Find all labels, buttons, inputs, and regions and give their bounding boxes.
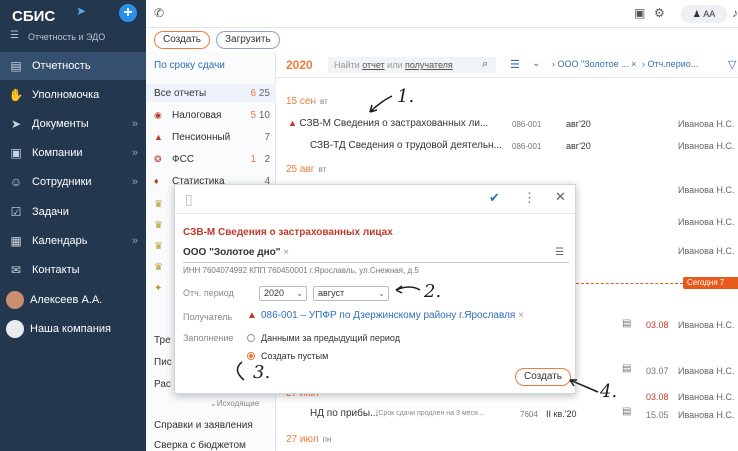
annotation-step-3: 3. bbox=[253, 362, 271, 383]
arrow-4 bbox=[569, 379, 599, 393]
annotation-step-1: 1. bbox=[397, 86, 415, 107]
annotation-step-2: 2. bbox=[424, 281, 442, 302]
annotation-step-4: 4. bbox=[600, 381, 618, 402]
arrow-3 bbox=[236, 361, 245, 381]
annotation-arrows bbox=[236, 95, 599, 393]
arrow-1 bbox=[369, 95, 393, 113]
